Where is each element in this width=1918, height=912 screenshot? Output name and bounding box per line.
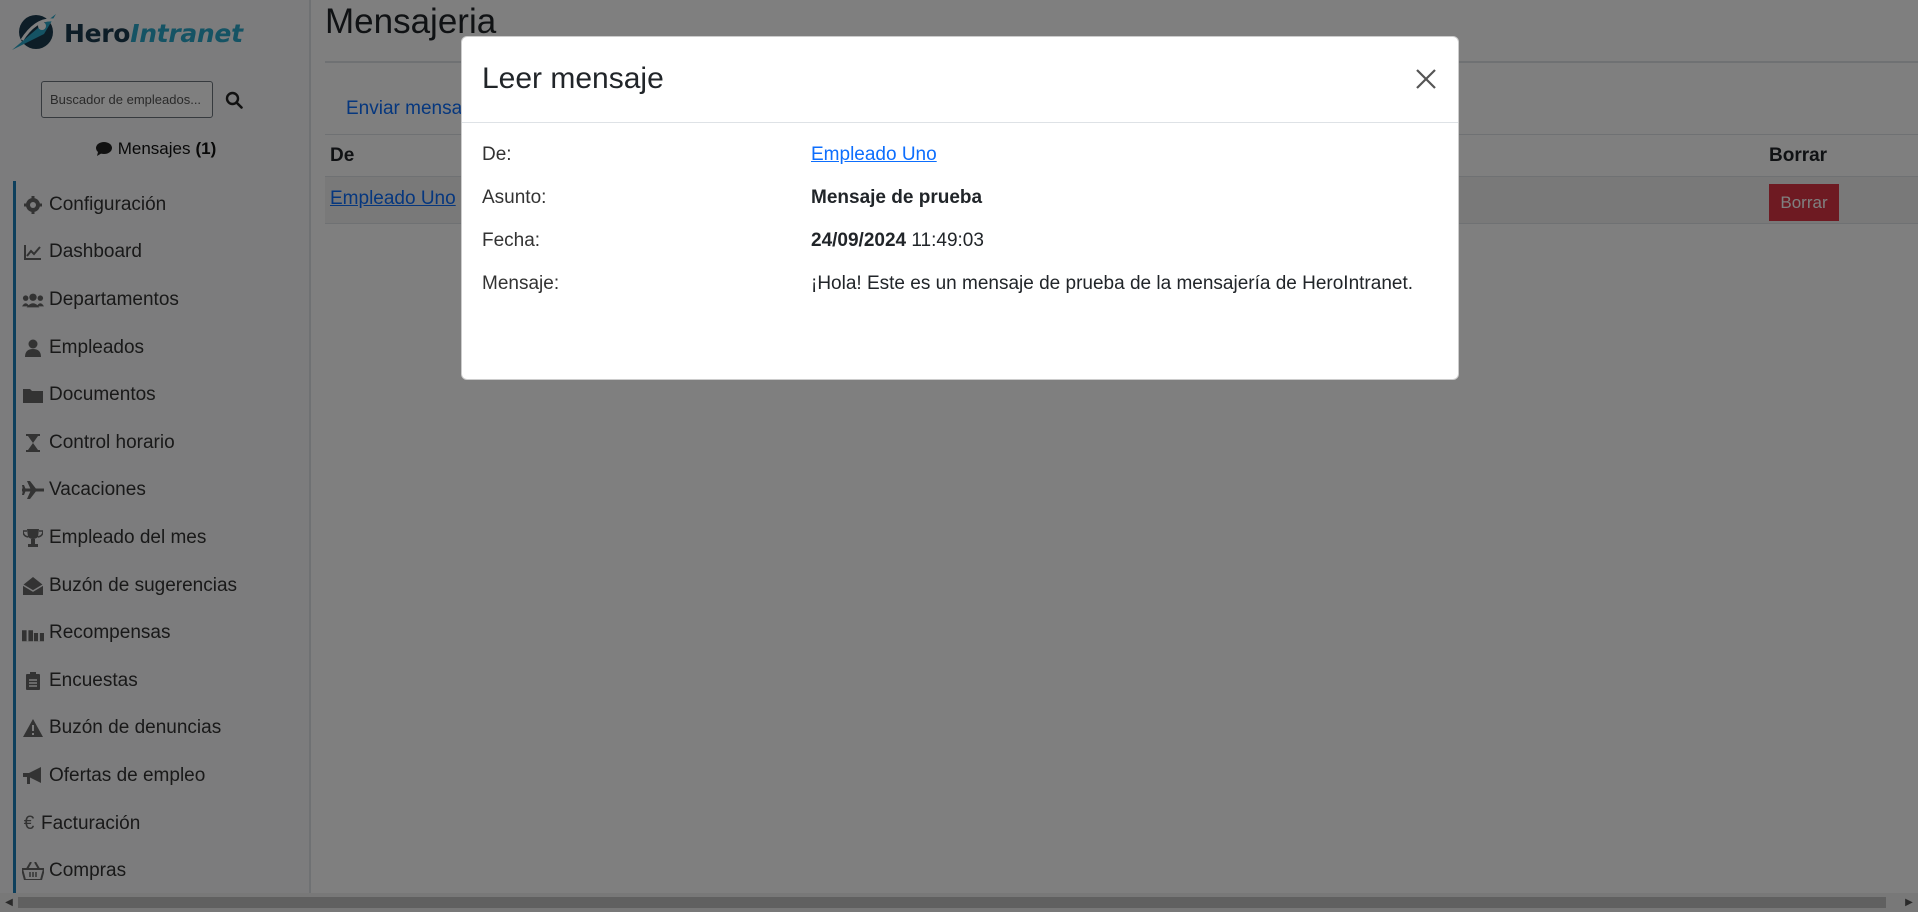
message-body-row: Mensaje: ¡Hola! Este es un mensaje de pr…	[482, 273, 1442, 316]
subject-value: Mensaje de prueba	[811, 187, 983, 208]
from-link[interactable]: Empleado Uno	[811, 144, 937, 165]
message-label: Mensaje:	[482, 273, 560, 294]
from-label: De:	[482, 144, 512, 165]
subject-label: Asunto:	[482, 187, 547, 208]
message-date-row: Fecha: 24/09/2024 11:49:03	[482, 230, 1442, 273]
message-subject-row: Asunto: Mensaje de prueba	[482, 187, 1442, 230]
close-icon[interactable]	[1412, 65, 1440, 93]
time-value: 11:49:03	[911, 230, 984, 251]
date-label: Fecha:	[482, 230, 541, 251]
read-message-modal: Leer mensaje De: Empleado Uno Asunto: Me…	[461, 36, 1459, 380]
modal-body: De: Empleado Uno Asunto: Mensaje de prue…	[482, 144, 1442, 316]
message-from-row: De: Empleado Uno	[482, 144, 1442, 187]
modal-title: Leer mensaje	[482, 62, 664, 95]
message-text: ¡Hola! Este es un mensaje de prueba de l…	[811, 273, 1414, 294]
date-value: 24/09/2024	[811, 230, 907, 251]
modal-header: Leer mensaje	[462, 37, 1458, 123]
